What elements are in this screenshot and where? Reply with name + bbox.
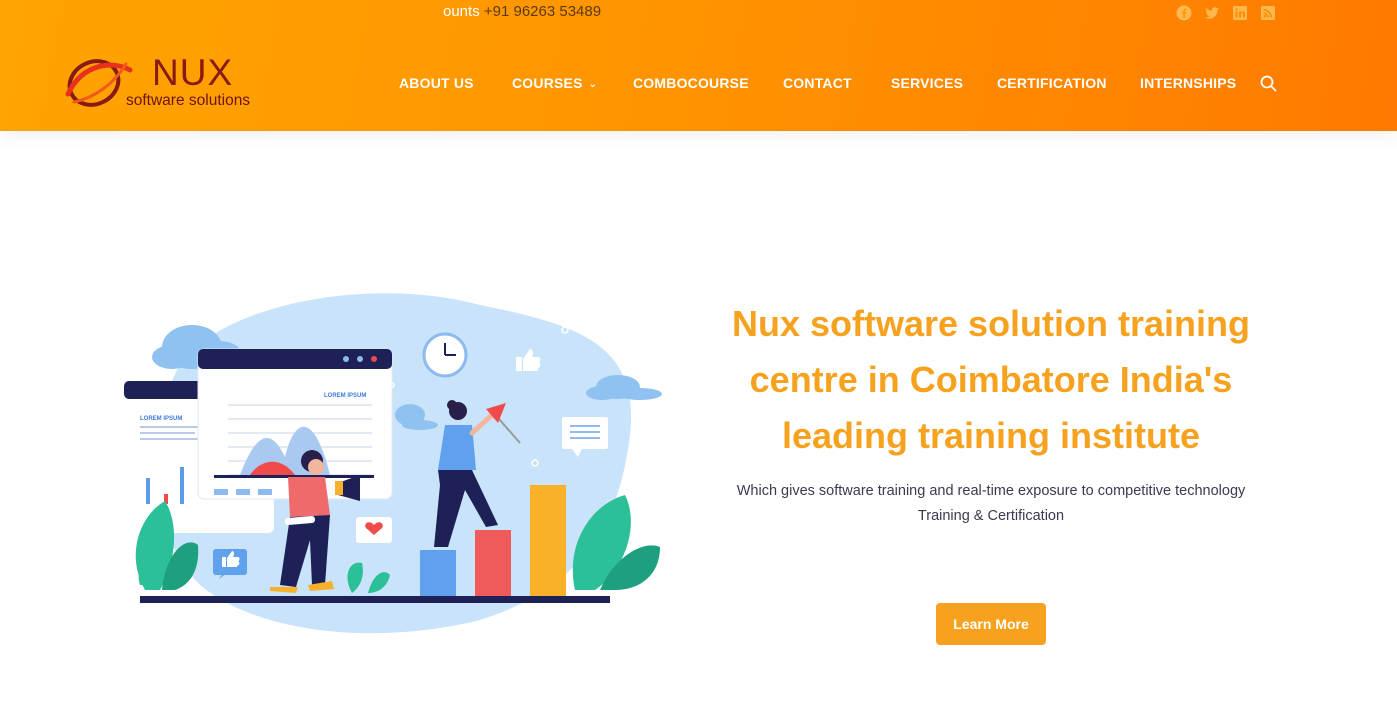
hero-illustration: LOREM IPSUM LOREM IPSUM bbox=[120, 285, 670, 635]
topbar-contact: ounts +91 96263 53489 bbox=[443, 3, 601, 20]
phone-number[interactable]: +91 96263 53489 bbox=[484, 3, 601, 20]
hero-title-line-3: leading training institute bbox=[781, 415, 1200, 456]
search-icon[interactable] bbox=[1260, 75, 1277, 92]
nav-item-services[interactable]: SERVICES bbox=[891, 75, 963, 91]
hero-title-line-2: centre in Coimbatore India's bbox=[749, 359, 1233, 400]
nav-item-label: CERTIFICATION bbox=[997, 75, 1107, 91]
hero-title-line-1: Nux software solution training bbox=[731, 303, 1251, 344]
hero-title: Nux software solution training centre in… bbox=[700, 296, 1282, 464]
clock-icon bbox=[422, 332, 468, 378]
nav-item-label: COURSES bbox=[512, 75, 583, 91]
hero-desc-line-2: Training & Certification bbox=[917, 508, 1065, 524]
nav-item-label: CONTACT bbox=[783, 75, 852, 91]
nav-item-contact[interactable]: CONTACT bbox=[783, 75, 852, 91]
rss-icon[interactable] bbox=[1260, 5, 1276, 21]
logo-tagline: software solutions bbox=[126, 92, 251, 109]
social-links bbox=[1176, 5, 1276, 21]
thumbs-up-icon-bottom bbox=[213, 549, 247, 579]
site-header: ounts +91 96263 53489 NUX software solut… bbox=[0, 0, 1397, 131]
hero-desc-line-1: Which gives software training and real-t… bbox=[736, 483, 1246, 499]
logo-brand: NUX bbox=[152, 52, 234, 93]
chevron-down-icon: ⌄ bbox=[588, 79, 598, 90]
nav-item-internships[interactable]: INTERNSHIPS bbox=[1140, 75, 1236, 91]
facebook-icon[interactable] bbox=[1176, 5, 1192, 21]
nav-item-label: COMBOCOURSE bbox=[633, 75, 749, 91]
linkedin-icon[interactable] bbox=[1232, 5, 1248, 21]
nav-item-courses[interactable]: COURSES ⌄ bbox=[512, 75, 597, 91]
logo-swoosh-icon bbox=[65, 59, 133, 107]
nav-item-label: SERVICES bbox=[891, 75, 964, 91]
nav-item-label: INTERNSHIPS bbox=[1140, 75, 1237, 91]
chart-label-back: LOREM IPSUM bbox=[140, 416, 182, 422]
front-window: LOREM IPSUM bbox=[197, 348, 393, 500]
hero-description: Which gives software training and real-t… bbox=[700, 479, 1282, 529]
nav-item-combocourse[interactable]: COMBOCOURSE bbox=[633, 75, 749, 91]
learn-more-button[interactable]: Learn More bbox=[936, 603, 1046, 645]
ground-line bbox=[140, 596, 610, 603]
topbar-text-prefix: ounts bbox=[443, 3, 480, 20]
nav-item-label: ABOUT US bbox=[399, 75, 474, 91]
nav-item-certification[interactable]: CERTIFICATION bbox=[997, 75, 1107, 91]
heart-bubble-icon bbox=[356, 517, 392, 543]
chart-label-front: LOREM IPSUM bbox=[324, 393, 366, 399]
nav-item-about-us[interactable]: ABOUT US bbox=[399, 75, 474, 91]
twitter-icon[interactable] bbox=[1204, 5, 1220, 21]
site-logo[interactable]: NUX software solutions bbox=[64, 52, 269, 114]
